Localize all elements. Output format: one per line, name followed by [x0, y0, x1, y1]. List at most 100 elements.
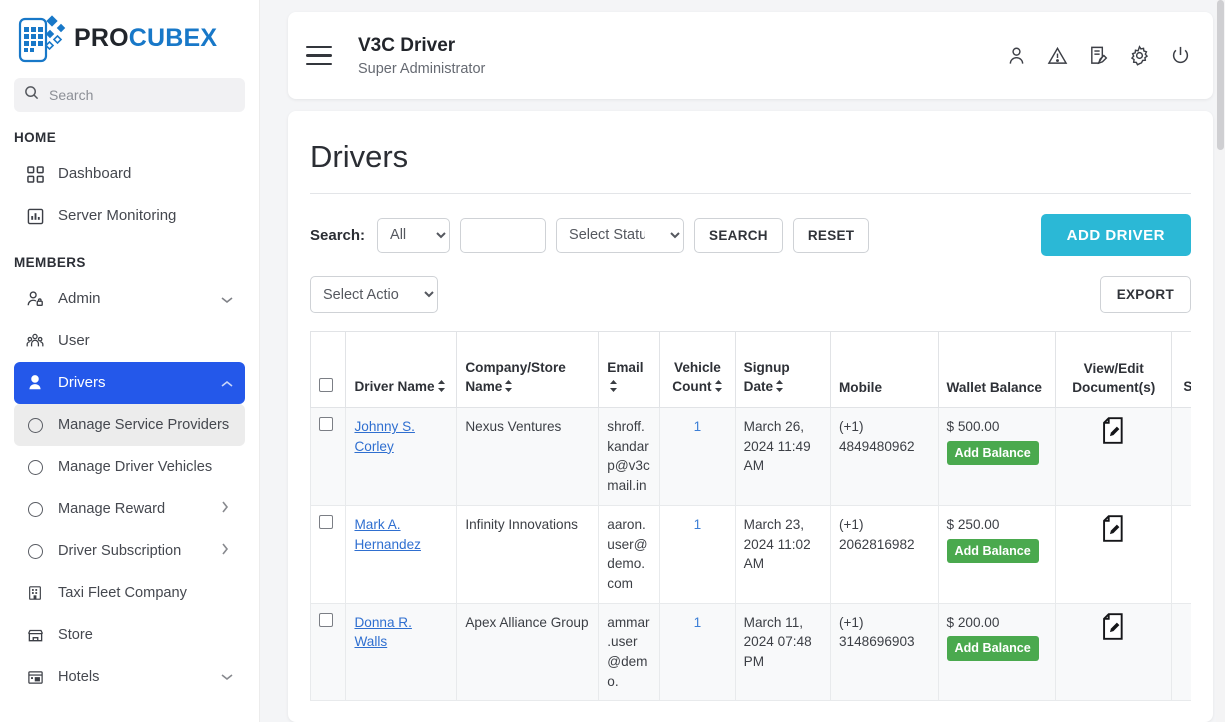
sidebar-item-label: User	[58, 332, 90, 350]
header-company-name[interactable]: Company/Store Name	[456, 331, 600, 408]
sort-icon	[775, 379, 784, 397]
cell-signup-date: March 23, 2024 11:02 AM	[734, 504, 831, 604]
add-driver-button[interactable]: ADD DRIVER	[1040, 214, 1191, 256]
sort-icon	[504, 379, 513, 397]
topbar-title: V3C Driver	[358, 34, 456, 56]
search-input[interactable]	[47, 86, 235, 104]
header-label: Driver Name	[354, 378, 435, 394]
row-select-cell	[310, 407, 347, 506]
document-edit-icon[interactable]	[1101, 515, 1126, 542]
sidebar-section-home: HOME	[14, 130, 57, 145]
chart-icon	[22, 208, 48, 225]
page-scrollbar[interactable]	[1216, 0, 1225, 722]
power-icon[interactable]	[1170, 45, 1191, 66]
add-balance-button[interactable]: Add Balance	[946, 538, 1039, 563]
document-edit-icon[interactable]	[1101, 612, 1126, 640]
profile-icon[interactable]	[1006, 45, 1027, 66]
export-button[interactable]: EXPORT	[1099, 276, 1191, 313]
cell-documents	[1055, 504, 1173, 604]
status-select[interactable]: Select Status	[556, 217, 685, 253]
chevron-right-icon	[221, 501, 235, 517]
header-label: Mobile	[838, 379, 883, 395]
users-group-icon	[22, 332, 48, 350]
sidebar-subitem-manage-driver-vehicles[interactable]: Manage Driver Vehicles	[14, 446, 245, 488]
cell-wallet: $ 250.00 Add Balance	[937, 504, 1057, 604]
action-row: Select Action EXPORT	[310, 276, 1191, 313]
header-label: Status	[1183, 378, 1191, 394]
header-email[interactable]: Email	[598, 331, 661, 408]
vehicle-count-link[interactable]: 1	[694, 517, 702, 532]
sidebar-subitem-manage-reward[interactable]: Manage Reward	[14, 488, 245, 530]
header-label: Email	[607, 360, 644, 376]
driver-name-link[interactable]: Donna R. Walls	[354, 615, 411, 650]
filters-row: Search: All Select Status SEARCH RESET A…	[310, 214, 1191, 256]
sidebar-subitem-taxi-fleet-company[interactable]: Taxi Fleet Company	[14, 572, 245, 614]
cell-signup-date: March 26, 2024 11:49 AM	[734, 407, 831, 506]
sort-icon	[609, 379, 618, 397]
wallet-amount: $ 250.00	[946, 516, 1000, 532]
sidebar-subitem-store[interactable]: Store	[14, 614, 245, 656]
document-edit-icon[interactable]	[1101, 417, 1126, 444]
table-row: Donna R. Walls Apex Alliance Group ammar…	[310, 602, 1191, 702]
driver-name-link[interactable]: Johnny S. Corley	[354, 419, 414, 454]
header-label: Wallet Balance	[946, 379, 1042, 395]
search-icon	[24, 85, 39, 105]
brand-logo[interactable]: PROCUBEX	[0, 0, 259, 72]
select-action-dropdown[interactable]: Select Action	[310, 276, 438, 313]
search-label: Search:	[310, 226, 366, 244]
header-view-edit-documents: View/Edit Document(s)	[1055, 331, 1173, 408]
sidebar-item-admin[interactable]: Admin	[14, 278, 245, 320]
header-vehicle-count[interactable]: Vehicle Count	[659, 331, 736, 408]
sidebar-item-user[interactable]: User	[14, 320, 245, 362]
sidebar-item-label: Dashboard	[58, 165, 132, 183]
table-row: Johnny S. Corley Nexus Ventures shroff.k…	[310, 407, 1191, 506]
page-scrollbar-thumb[interactable]	[1217, 0, 1224, 150]
sidebar-subitem-label: Manage Reward	[58, 500, 166, 517]
sidebar-item-dashboard[interactable]: Dashboard	[14, 153, 245, 195]
cell-status	[1171, 407, 1191, 506]
cell-company: Infinity Innovations	[456, 504, 600, 604]
store-icon	[22, 627, 48, 644]
search-button[interactable]: SEARCH	[694, 217, 783, 253]
row-select-cell	[310, 602, 347, 702]
sidebar-subitem-hotels[interactable]: Hotels	[14, 656, 245, 698]
sidebar-subitem-label: Hotels	[58, 668, 100, 685]
vehicle-count-link[interactable]: 1	[694, 615, 702, 630]
menu-toggle-icon[interactable]	[306, 45, 332, 66]
cell-wallet: $ 200.00 Add Balance	[937, 602, 1057, 702]
add-balance-button[interactable]: Add Balance	[946, 636, 1039, 661]
dashboard-icon	[22, 165, 48, 183]
driver-name-link[interactable]: Mark A. Hernandez	[354, 517, 421, 552]
header-status[interactable]: Status	[1171, 331, 1191, 408]
admin-user-icon	[22, 290, 48, 308]
row-checkbox[interactable]	[319, 417, 333, 431]
cell-email: aaron.user@demo.com	[598, 504, 661, 604]
note-edit-icon[interactable]	[1088, 45, 1109, 66]
select-all-checkbox[interactable]	[319, 377, 333, 392]
gear-icon[interactable]	[1129, 45, 1150, 66]
header-driver-name[interactable]: Driver Name	[345, 331, 458, 408]
search-type-select[interactable]: All	[377, 217, 451, 253]
sidebar-subitem-manage-service-providers[interactable]: Manage Service Providers	[14, 404, 245, 446]
sidebar-subitem-driver-subscription[interactable]: Driver Subscription	[14, 530, 245, 572]
row-checkbox[interactable]	[319, 612, 333, 627]
cell-driver-name: Johnny S. Corley	[345, 407, 458, 506]
cell-vehicle-count: 1	[659, 504, 736, 604]
vehicle-count-link[interactable]: 1	[694, 419, 702, 434]
sidebar-subitem-label: Manage Service Providers	[58, 416, 230, 433]
sidebar-item-server-monitoring[interactable]: Server Monitoring	[14, 195, 245, 237]
add-balance-button[interactable]: Add Balance	[946, 440, 1039, 465]
row-checkbox[interactable]	[319, 514, 333, 529]
wallet-amount: $ 500.00	[946, 419, 1000, 434]
search-text-input[interactable]	[460, 217, 547, 253]
header-wallet-balance: Wallet Balance	[937, 331, 1057, 408]
sort-icon	[714, 379, 723, 397]
header-signup-date[interactable]: Signup Date	[734, 331, 831, 408]
sidebar-search[interactable]	[14, 78, 245, 112]
topbar-titles: V3C Driver Super Administrator	[358, 34, 485, 78]
reset-button[interactable]: RESET	[792, 217, 870, 253]
sidebar-item-drivers[interactable]: Drivers	[14, 362, 245, 404]
sidebar: PROCUBEX HOME Dashboard	[0, 0, 260, 722]
alert-triangle-icon[interactable]	[1047, 45, 1068, 66]
cell-documents	[1055, 602, 1173, 702]
